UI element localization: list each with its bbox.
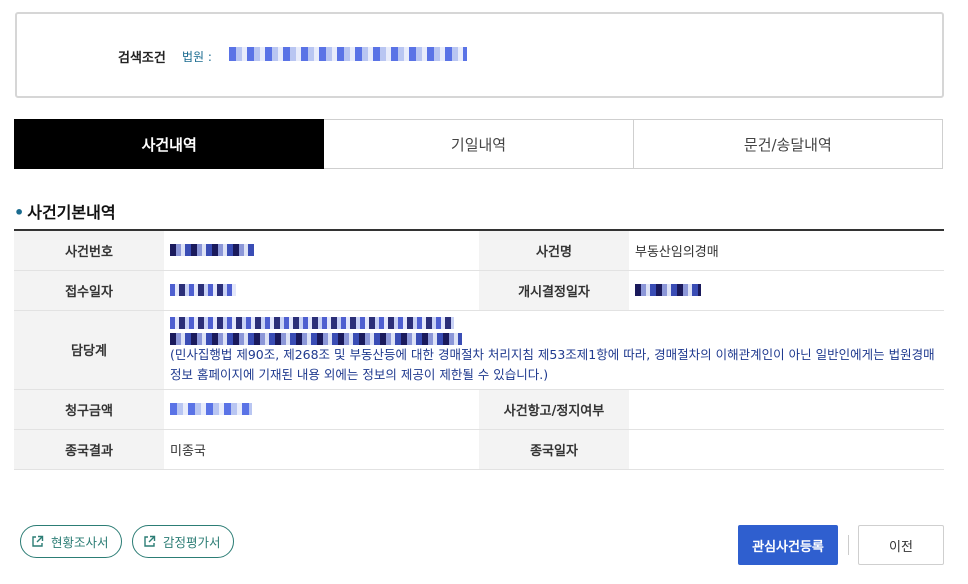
final-result-value: 미종국 <box>164 429 479 470</box>
case-info-table: 사건번호 사건명 부동산임의경매 접수일자 개시결정일자 담당계 (민사집행법 … <box>14 229 944 470</box>
appeal-status-label: 사건항고/정지여부 <box>479 389 629 430</box>
department-label: 담당계 <box>14 310 164 390</box>
privacy-notice: (민사집행법 제90조, 제268조 및 부동산등에 대한 경매절차 처리지침 … <box>170 347 935 382</box>
table-row: 청구금액 사건항고/정지여부 <box>14 389 944 430</box>
department-line1-redacted <box>170 317 454 329</box>
case-name-value: 부동산임의경매 <box>629 230 944 271</box>
section-title-text: 사건기본내역 <box>27 203 116 222</box>
table-row: 종국결과 미종국 종국일자 <box>14 429 944 470</box>
bullet-icon: • <box>14 203 25 222</box>
start-decision-date-value <box>629 270 944 311</box>
appraisal-report-button[interactable]: 감정평가서 <box>132 525 234 558</box>
table-row: 접수일자 개시결정일자 <box>14 270 944 311</box>
case-number-label: 사건번호 <box>14 230 164 271</box>
claim-amount-value <box>164 389 479 430</box>
section-title: • 사건기본내역 <box>14 199 116 223</box>
case-tabs: 사건내역 기일내역 문건/송달내역 <box>14 119 943 169</box>
start-decision-date-redacted <box>635 284 701 296</box>
received-date-label: 접수일자 <box>14 270 164 311</box>
department-line2-redacted <box>170 333 462 345</box>
appeal-status-value <box>629 389 944 430</box>
received-date-value <box>164 270 479 311</box>
court-label: 법원 : <box>182 50 212 64</box>
final-date-value <box>629 429 944 470</box>
appraisal-report-label: 감정평가서 <box>163 535 221 550</box>
external-link-icon <box>144 535 156 547</box>
final-date-label: 종국일자 <box>479 429 629 470</box>
tab-case-details[interactable]: 사건내역 <box>14 119 325 169</box>
button-divider <box>848 535 849 555</box>
claim-amount-redacted <box>170 403 252 415</box>
final-result-label: 종국결과 <box>14 429 164 470</box>
claim-amount-label: 청구금액 <box>14 389 164 430</box>
previous-button[interactable]: 이전 <box>858 525 944 565</box>
tab-documents-delivery[interactable]: 문건/송달내역 <box>633 119 943 169</box>
start-decision-date-label: 개시결정일자 <box>479 270 629 311</box>
status-report-label: 현황조사서 <box>51 535 109 550</box>
tab-hearing-dates[interactable]: 기일내역 <box>324 119 634 169</box>
status-report-button[interactable]: 현황조사서 <box>20 525 122 558</box>
table-row: 담당계 (민사집행법 제90조, 제268조 및 부동산등에 대한 경매절차 처… <box>14 310 944 390</box>
search-condition-box: 검색조건 법원 : <box>15 12 944 98</box>
case-name-label: 사건명 <box>479 230 629 271</box>
department-value: (민사집행법 제90조, 제268조 및 부동산등에 대한 경매절차 처리지침 … <box>164 310 944 390</box>
court-value-redacted <box>229 47 467 61</box>
register-interest-button[interactable]: 관심사건등록 <box>738 525 838 565</box>
case-number-value <box>164 230 479 271</box>
case-number-redacted <box>170 244 254 257</box>
search-condition-label: 검색조건 <box>118 51 166 66</box>
received-date-redacted <box>170 284 236 296</box>
table-row: 사건번호 사건명 부동산임의경매 <box>14 230 944 271</box>
external-link-icon <box>32 535 44 547</box>
